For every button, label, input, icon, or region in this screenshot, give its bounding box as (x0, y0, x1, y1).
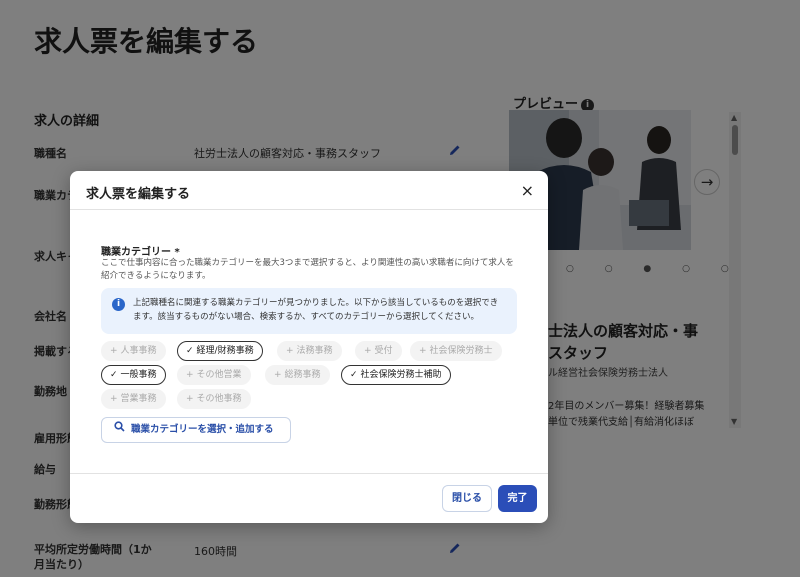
category-chip-legal[interactable]: + 法務事務 (277, 341, 342, 361)
close-button[interactable]: 閉じる (442, 485, 492, 512)
dialog-title: 求人票を編集する (86, 187, 191, 202)
select-category-button-label: 職業カテゴリーを選択・追加する (131, 424, 274, 435)
category-field-label: 職業カテゴリー * (101, 247, 180, 258)
dialog-header: 求人票を編集する × (70, 171, 548, 210)
category-help-text: ここで仕事内容に合った職業カテゴリーを最大3つまで選択すると、より関連性の高い求… (101, 258, 514, 281)
category-chip-reception[interactable]: + 受付 (355, 341, 402, 361)
dialog-footer: 閉じる 完了 (70, 473, 548, 523)
search-icon (114, 421, 125, 432)
category-chip-general[interactable]: ✓ 一般事務 (101, 365, 166, 385)
edit-dialog: 求人票を編集する × 職業カテゴリー * ここで仕事内容に合った職業カテゴリーを… (70, 171, 548, 523)
select-category-button[interactable]: 職業カテゴリーを選択・追加する (101, 417, 291, 443)
category-chip-sales-admin[interactable]: + 営業事務 (101, 389, 166, 409)
category-chip-hr[interactable]: + 人事事務 (101, 341, 166, 361)
notice-text: 上記職種名に関連する職業カテゴリーが見つかりました。以下から該当しているものを選… (133, 298, 499, 322)
info-icon: i (112, 298, 125, 311)
category-chip-other-admin[interactable]: + その他事務 (177, 389, 251, 409)
done-button[interactable]: 完了 (498, 485, 537, 512)
close-icon[interactable]: × (521, 181, 534, 200)
category-chip-accounting[interactable]: ✓ 経理/財務事務 (177, 341, 263, 361)
category-chip-general-affairs[interactable]: + 総務事務 (265, 365, 330, 385)
category-chip-sharoushi-assistant[interactable]: ✓ 社会保険労務士補助 (341, 365, 451, 385)
category-chip-sharoushi[interactable]: + 社会保険労務士 (410, 341, 502, 361)
category-chip-other-sales[interactable]: + その他営業 (177, 365, 251, 385)
suggestion-notice: i 上記職種名に関連する職業カテゴリーが見つかりました。以下から該当しているもの… (101, 288, 517, 334)
